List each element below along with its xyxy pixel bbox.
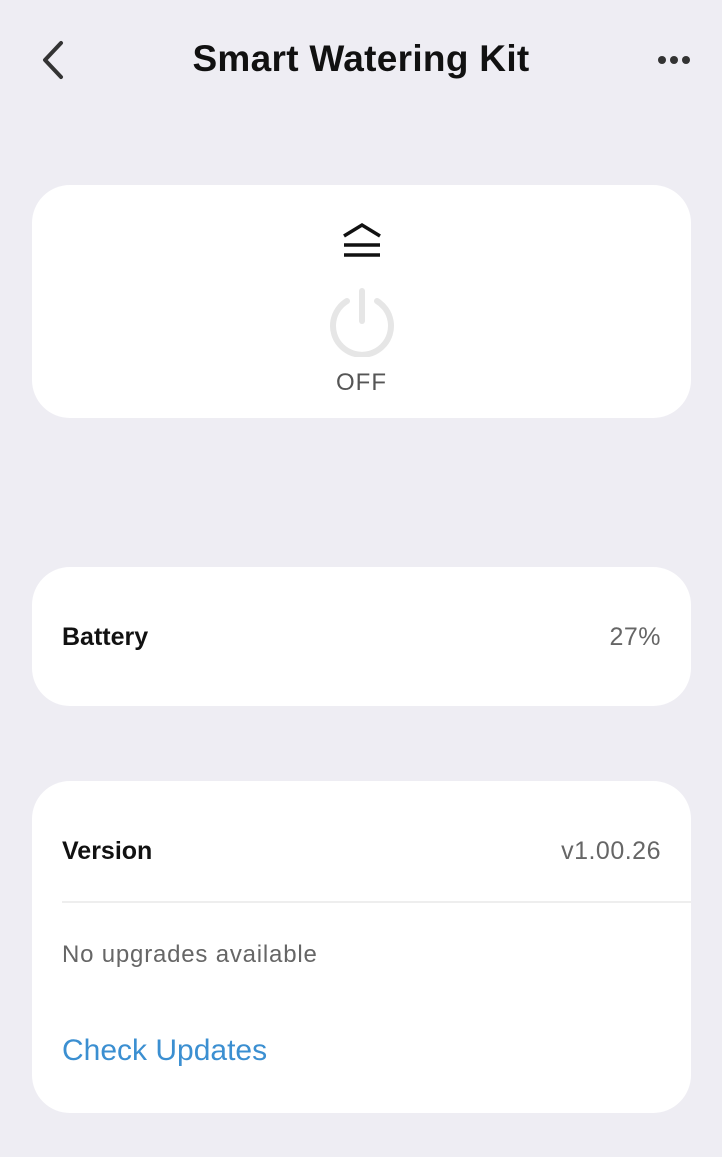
divider bbox=[62, 901, 691, 903]
upgrade-status: No upgrades available bbox=[62, 941, 318, 968]
version-label: Version bbox=[62, 837, 153, 865]
power-status: OFF bbox=[336, 369, 387, 396]
version-value: v1.00.26 bbox=[561, 837, 661, 865]
power-button[interactable] bbox=[327, 287, 397, 357]
version-card: Version v1.00.26 No upgrades available C… bbox=[32, 781, 691, 1113]
page-title: Smart Watering Kit bbox=[192, 38, 530, 79]
battery-value: 27% bbox=[609, 623, 661, 651]
check-updates-link[interactable]: Check Updates bbox=[62, 1034, 267, 1068]
battery-card: Battery 27% bbox=[32, 567, 691, 706]
more-button[interactable] bbox=[652, 40, 696, 80]
more-horizontal-icon bbox=[658, 56, 690, 64]
header: Smart Watering Kit bbox=[0, 0, 722, 120]
device-detail-screen: Smart Watering Kit OFF Battery 27% Versi… bbox=[0, 0, 722, 1157]
water-level-icon bbox=[342, 222, 381, 257]
battery-label: Battery bbox=[62, 623, 149, 651]
power-card: OFF bbox=[32, 185, 691, 418]
